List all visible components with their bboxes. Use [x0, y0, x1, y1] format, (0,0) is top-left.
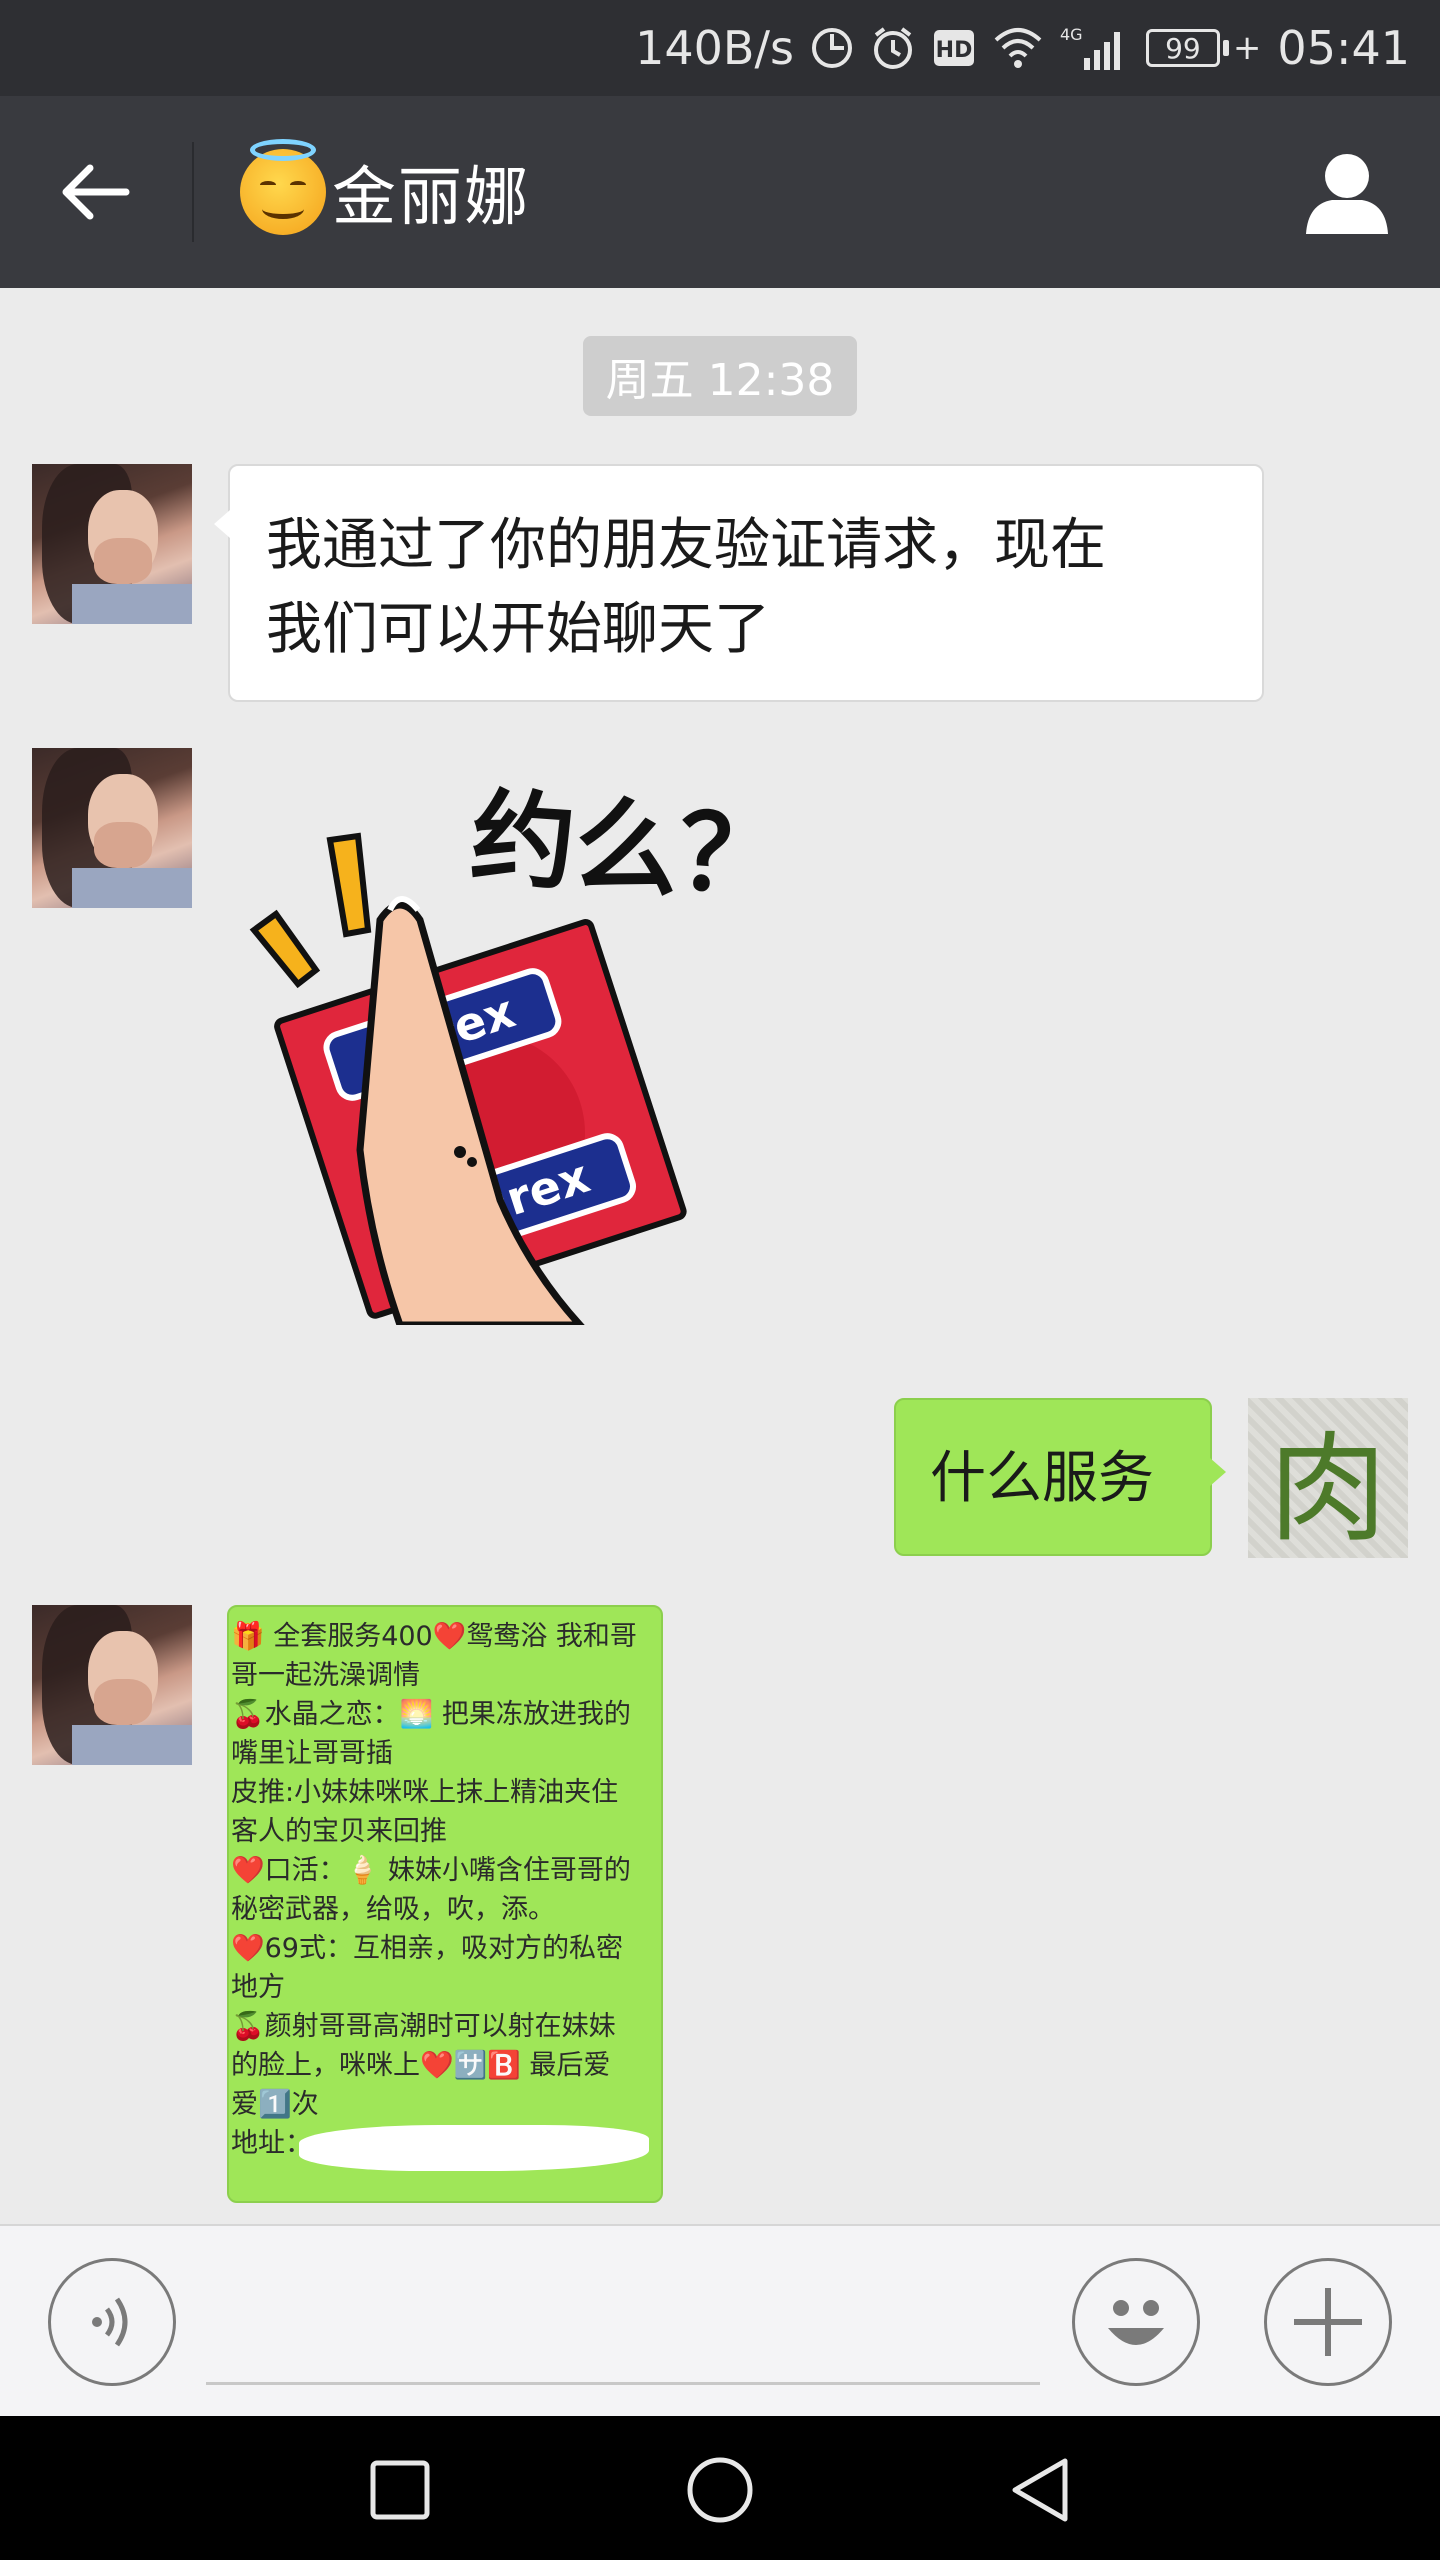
- emoji-icon: [1108, 2300, 1164, 2345]
- image-text-line: 哥一起洗澡调情: [231, 1660, 420, 1691]
- message-bubble-text[interactable]: 我通过了你的朋友验证请求，现在 我们可以开始聊天了: [214, 464, 1264, 702]
- voice-button[interactable]: [48, 2258, 176, 2386]
- my-avatar-text: 肉: [1268, 1419, 1387, 1558]
- image-text-line: ❤️69式：互相亲，吸对方的私密: [231, 1933, 623, 1964]
- image-text-line: 秘密武器，给吸，吹，添。: [231, 1894, 555, 1925]
- nav-back-button[interactable]: [1002, 2452, 1078, 2528]
- contact-avatar[interactable]: [32, 1605, 192, 1765]
- input-bar: [0, 2224, 1440, 2416]
- system-nav-bar: [0, 2416, 1440, 2560]
- emoji-button[interactable]: [1072, 2258, 1200, 2386]
- chat-header: 金丽娜: [0, 96, 1440, 288]
- contact-avatar[interactable]: [32, 748, 192, 908]
- my-message-bubble[interactable]: 什么服务: [894, 1398, 1226, 1556]
- smiling-face-with-halo-emoji: [240, 139, 326, 235]
- message-line: 我通过了你的朋友验证请求，现在: [266, 513, 1106, 578]
- chat-timestamp: 周五 12:38: [583, 336, 857, 416]
- alarm-icon: [870, 25, 916, 71]
- plus-icon: [1294, 2288, 1362, 2356]
- signal-icon: 4G: [1060, 24, 1130, 72]
- voice-icon: [92, 2297, 128, 2347]
- sticker-message[interactable]: 约么？ durex durex: [240, 770, 810, 1329]
- back-icon: [1012, 2458, 1068, 2522]
- my-message-text: 什么服务: [930, 1446, 1154, 1511]
- exclamation-marks: [249, 832, 372, 989]
- battery-level: 99: [1145, 29, 1220, 67]
- image-text: 🎁 全套服务400❤️鸳鸯浴 我和哥 哥一起洗澡调情 🍒水晶之恋：🌅 把果冻放进…: [231, 1617, 661, 2163]
- image-text-line: 地方: [231, 1972, 285, 2003]
- network-speed: 140B/s: [635, 21, 794, 75]
- image-text-line: ❤️口活：🍦 妹妹小嘴含住哥哥的: [231, 1855, 631, 1886]
- message-input[interactable]: [206, 2382, 1040, 2385]
- image-text-line: 爱1️⃣次: [231, 2089, 319, 2120]
- image-text-line: 🎁 全套服务400❤️鸳鸯浴 我和哥: [231, 1621, 637, 1652]
- svg-text:HD: HD: [936, 38, 973, 63]
- back-button[interactable]: [50, 146, 142, 238]
- image-text-line: 客人的宝贝来回推: [231, 1816, 447, 1847]
- redaction-scribble: [299, 2125, 649, 2171]
- person-icon: [1306, 154, 1388, 234]
- image-text-line: 🍒水晶之恋：🌅 把果冻放进我的: [231, 1699, 631, 1730]
- recent-apps-button[interactable]: [362, 2452, 438, 2528]
- network-type-label: 4G: [1060, 25, 1083, 44]
- contact-name: 金丽娜: [332, 161, 530, 235]
- my-avatar[interactable]: 肉: [1248, 1398, 1408, 1558]
- wifi-icon: [992, 26, 1044, 70]
- image-text-line: 的脸上，咪咪上❤️🈂️🅱️ 最后爱: [231, 2050, 611, 2081]
- status-icons: 140B/s HD 4G 99 + 05:41: [635, 0, 1410, 96]
- home-icon: [687, 2457, 753, 2523]
- header-divider: [192, 142, 194, 242]
- home-button[interactable]: [682, 2452, 758, 2528]
- message-line: 我们可以开始聊天了: [266, 597, 770, 662]
- image-text-line: 🍒颜射哥哥高潮时可以射在妹妹: [231, 2011, 616, 2042]
- back-arrow-icon: [62, 164, 130, 220]
- chat-info-button[interactable]: [1302, 148, 1392, 238]
- contact-avatar[interactable]: [32, 464, 192, 624]
- chat-title: 金丽娜: [240, 96, 530, 288]
- more-button[interactable]: [1264, 2258, 1392, 2386]
- image-text-line: 皮推:小妹妹咪咪上抹上精油夹住: [231, 1777, 619, 1808]
- sticker-text: 约么？: [467, 776, 787, 919]
- clock: 05:41: [1277, 21, 1410, 75]
- image-text-line: 嘴里让哥哥插: [231, 1738, 393, 1769]
- image-message[interactable]: 🎁 全套服务400❤️鸳鸯浴 我和哥 哥一起洗澡调情 🍒水晶之恋：🌅 把果冻放进…: [227, 1605, 663, 2203]
- data-saver-icon: [810, 26, 854, 70]
- recent-apps-icon: [370, 2460, 430, 2520]
- battery-icon: 99 +: [1145, 28, 1261, 68]
- status-bar: 140B/s HD 4G 99 + 05:41: [0, 0, 1440, 96]
- hd-icon: HD: [932, 28, 976, 68]
